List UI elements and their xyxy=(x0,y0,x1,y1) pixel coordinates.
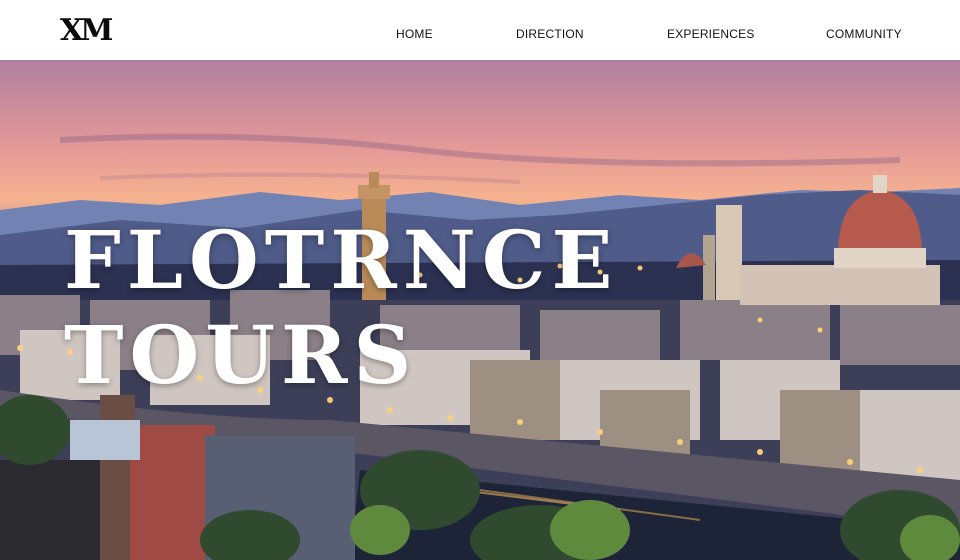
hero-banner: FLOTRNCE TOURS xyxy=(0,60,960,560)
nav-home-link[interactable]: HOME xyxy=(396,27,433,41)
site-logo[interactable]: XM xyxy=(60,16,114,46)
nav-direction-link[interactable]: DIRECTION xyxy=(516,27,584,41)
nav-experiences-link[interactable]: EXPERIENCES xyxy=(667,27,755,41)
nav-community-link[interactable]: COMMUNITY xyxy=(826,27,902,41)
hero-title-line2: TOURS xyxy=(64,308,418,402)
hero-title-line1: FLOTRNCE xyxy=(64,213,619,307)
top-navbar: XM HOME DIRECTION EXPERIENCES COMMUNITY xyxy=(0,0,960,60)
